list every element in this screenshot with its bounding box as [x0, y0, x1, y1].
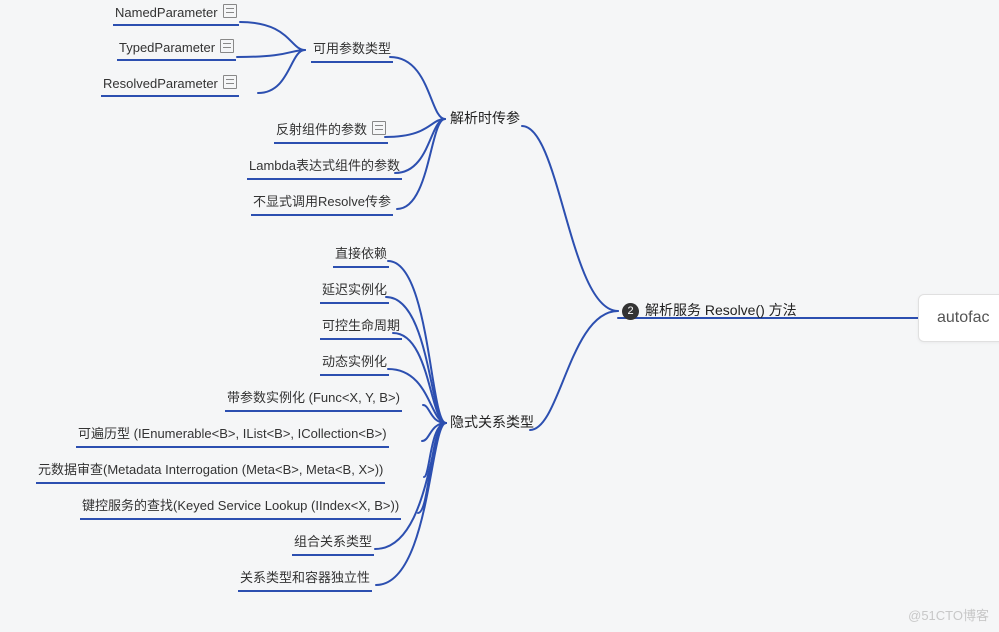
- branch-bottom[interactable]: 隐式关系类型: [450, 412, 534, 432]
- leaf-composite[interactable]: 组合关系类型: [292, 531, 374, 556]
- root-label: autofac: [937, 309, 989, 326]
- leaf-lambda-params[interactable]: Lambda表达式组件的参数: [247, 155, 402, 180]
- leaf-metadata[interactable]: 元数据审查(Metadata Interrogation (Meta<B>, M…: [36, 459, 385, 484]
- leaf-direct-dep[interactable]: 直接依赖: [333, 243, 389, 268]
- note-icon: [372, 121, 386, 135]
- note-icon: [220, 39, 234, 53]
- leaf-reflect-params[interactable]: 反射组件的参数: [274, 119, 388, 144]
- leaf-keyed-lookup[interactable]: 键控服务的查找(Keyed Service Lookup (IIndex<X, …: [80, 495, 401, 520]
- leaf-func-param[interactable]: 带参数实例化 (Func<X, Y, B>): [225, 387, 402, 412]
- branch-bottom-label: 隐式关系类型: [450, 414, 534, 430]
- branch-top-label: 解析时传参: [450, 110, 520, 126]
- note-icon: [223, 75, 237, 89]
- note-icon: [223, 4, 237, 18]
- order-badge: 2: [622, 303, 639, 320]
- center-label: 解析服务 Resolve() 方法: [645, 302, 797, 318]
- root-node[interactable]: autofac: [918, 294, 999, 342]
- leaf-no-explicit-resolve[interactable]: 不显式调用Resolve传参: [251, 191, 393, 216]
- leaf-resolved-parameter[interactable]: ResolvedParameter: [101, 75, 239, 97]
- leaf-dynamic-inst[interactable]: 动态实例化: [320, 351, 389, 376]
- params-group-label: 可用参数类型: [313, 41, 391, 56]
- leaf-rel-independence[interactable]: 关系类型和容器独立性: [238, 567, 372, 592]
- center-node[interactable]: 2 解析服务 Resolve() 方法: [622, 300, 797, 320]
- watermark: @51CTO博客: [908, 605, 989, 624]
- leaf-enumerable[interactable]: 可遍历型 (IEnumerable<B>, IList<B>, ICollect…: [76, 423, 389, 448]
- branch-top[interactable]: 解析时传参: [450, 108, 520, 128]
- leaf-typed-parameter[interactable]: TypedParameter: [117, 39, 236, 61]
- leaf-owned-life[interactable]: 可控生命周期: [320, 315, 402, 340]
- leaf-named-parameter[interactable]: NamedParameter: [113, 4, 239, 26]
- params-group[interactable]: 可用参数类型: [311, 38, 393, 63]
- leaf-lazy-inst[interactable]: 延迟实例化: [320, 279, 389, 304]
